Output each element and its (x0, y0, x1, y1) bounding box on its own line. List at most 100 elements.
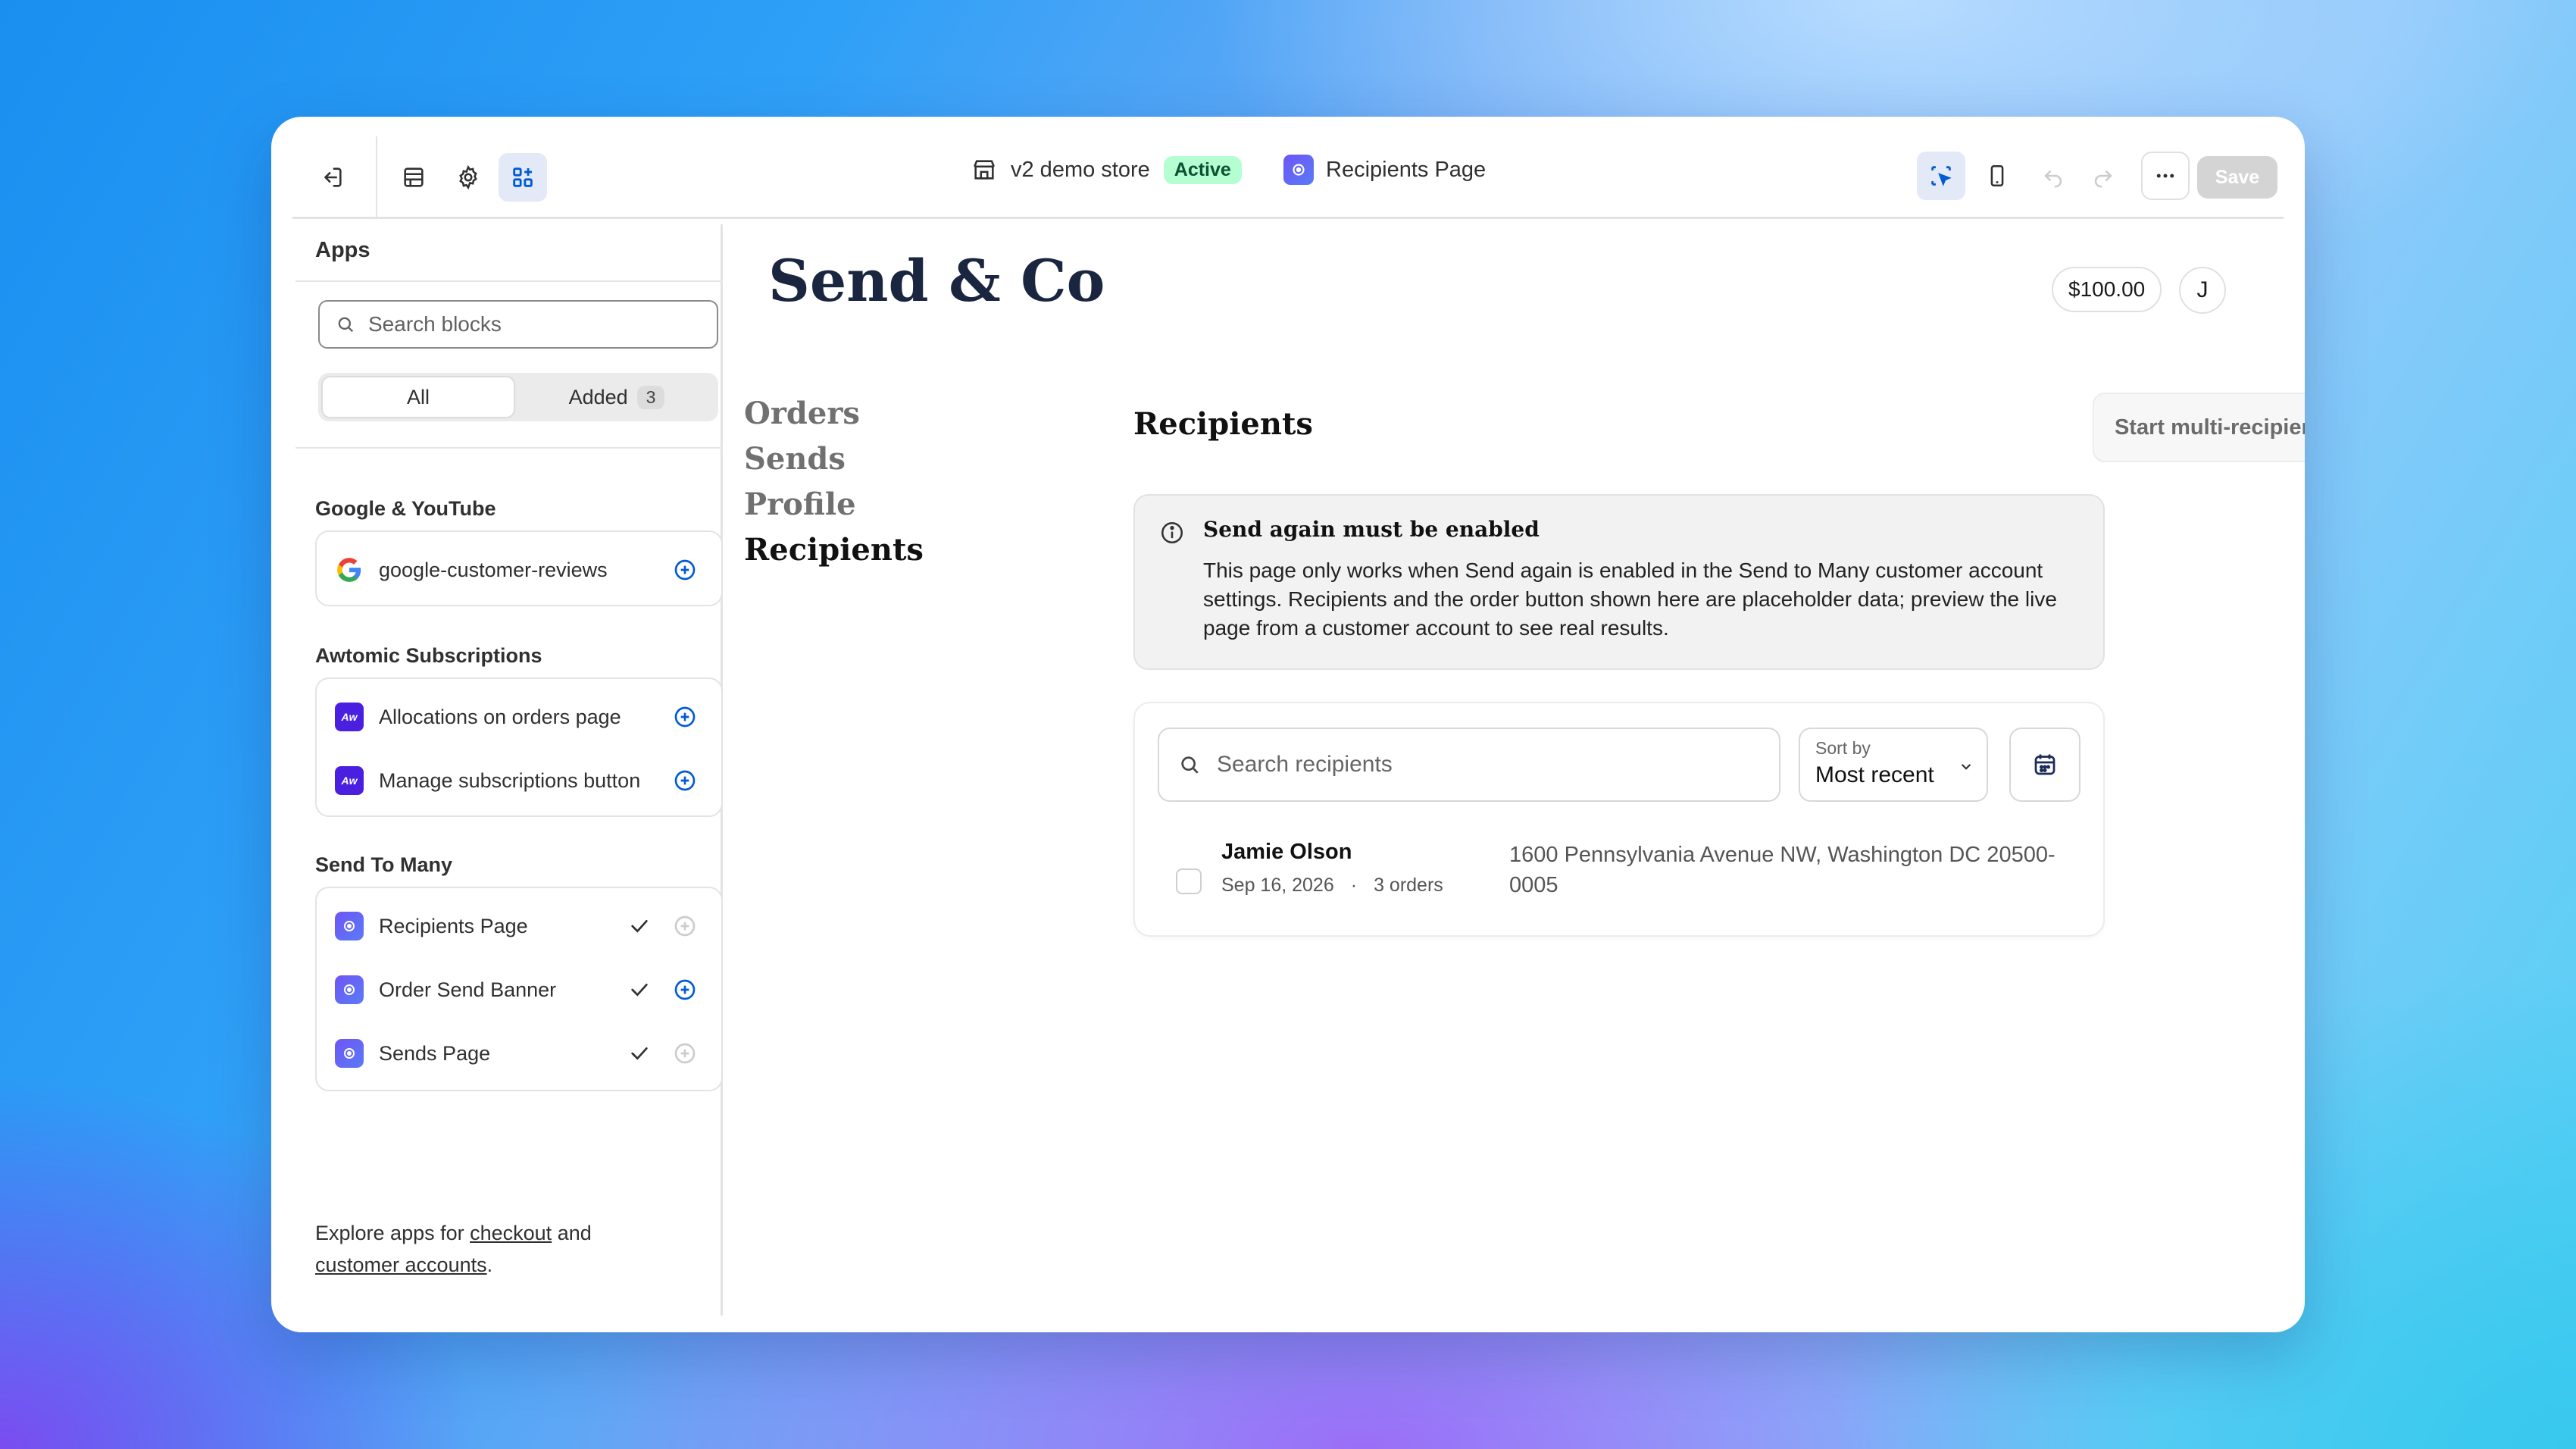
send-to-many-icon (335, 975, 364, 1004)
more-actions-button[interactable] (2141, 152, 2190, 200)
recipient-checkbox[interactable] (1176, 868, 1202, 894)
app-card: Recipients Page Order Send Banner Sends … (315, 887, 723, 1091)
group-title: Google & YouTube (315, 497, 496, 520)
recipient-name: Jamie Olson (1221, 840, 1352, 864)
search-icon (1181, 756, 1199, 774)
recipient-address: 1600 Pennsylvania Avenue NW, Washington … (1509, 843, 2055, 897)
add-circle-icon[interactable] (673, 768, 697, 793)
explore-mid: and (552, 1222, 592, 1244)
save-button[interactable]: Save (2197, 156, 2277, 199)
recipients-card: Search recipients Sort by Most recent Ja… (1133, 702, 2105, 937)
app-block-label: Allocations on orders page (379, 705, 621, 728)
add-circle-icon[interactable] (673, 705, 697, 729)
sort-value: Most recent (1815, 762, 1934, 787)
recipient-order-count: 3 orders (1374, 875, 1443, 896)
search-recipients-input[interactable]: Search recipients (1158, 728, 1780, 802)
explore-prefix: Explore apps for (315, 1222, 470, 1244)
sidebar-divider (295, 280, 723, 282)
start-multi-recipient-order-button[interactable]: Start multi-recipient order (2093, 393, 2305, 462)
ellipsis-icon (2156, 174, 2174, 178)
app-block-row[interactable]: Recipients Page (317, 894, 724, 958)
recipient-meta: Sep 16, 2026 · 3 orders (1221, 875, 1443, 897)
sort-label: Sort by (1815, 738, 1871, 758)
send-to-many-icon (335, 912, 364, 940)
store-icon (974, 160, 995, 180)
app-block-row[interactable]: Sends Page (317, 1022, 724, 1085)
exit-icon[interactable] (308, 153, 356, 202)
add-circle-icon[interactable] (673, 1041, 697, 1066)
store-name: v2 demo store (1011, 157, 1150, 182)
awtomic-icon: Aw (335, 703, 364, 731)
filter-added-tab[interactable]: Added 3 (518, 376, 715, 418)
add-circle-icon[interactable] (673, 978, 697, 1002)
search-icon (338, 317, 354, 333)
account-nav: Orders Sends Profile Recipients (744, 391, 924, 573)
chevron-down-icon (1961, 764, 1971, 770)
inspector-icon[interactable] (1917, 152, 1965, 200)
editor-window: v2 demo store Active Recipients Page Sav… (271, 117, 2305, 1332)
redo-icon[interactable] (2079, 152, 2127, 200)
gear-icon[interactable] (444, 153, 492, 202)
app-block-row[interactable]: Aw Manage subscriptions button (317, 749, 724, 812)
topbar-divider (292, 217, 2284, 219)
sort-select[interactable]: Sort by Most recent (1799, 728, 1988, 802)
checkout-link[interactable]: checkout (470, 1222, 552, 1244)
app-block-row[interactable]: Order Send Banner (317, 958, 724, 1022)
info-banner: Send again must be enabled This page onl… (1133, 494, 2105, 670)
balance-pill[interactable]: $100.00 (2052, 267, 2162, 312)
explore-apps-text: Explore apps for checkout and customer ac… (315, 1217, 709, 1281)
app-block-row[interactable]: google-customer-reviews (317, 538, 724, 602)
page-selector[interactable]: Recipients Page (1283, 153, 1486, 186)
nav-item-profile[interactable]: Profile (744, 482, 924, 527)
search-placeholder: Search blocks (368, 312, 502, 336)
nav-item-orders[interactable]: Orders (744, 391, 924, 437)
app-block-label: Sends Page (379, 1041, 491, 1065)
meta-separator: · (1350, 875, 1358, 896)
group-title: Send To Many (315, 853, 453, 876)
add-circle-icon[interactable] (673, 914, 697, 938)
apps-icon[interactable] (499, 153, 547, 202)
app-block-label: Order Send Banner (379, 978, 557, 1001)
sections-icon[interactable] (389, 153, 438, 202)
filter-added-label: Added (568, 385, 628, 408)
checkmark-icon (631, 984, 648, 997)
add-circle-icon[interactable] (673, 558, 697, 582)
customer-accounts-link[interactable]: customer accounts (315, 1253, 487, 1276)
added-count-badge: 3 (636, 385, 665, 409)
sidebar-divider (295, 447, 723, 449)
toolbar-divider (376, 136, 377, 218)
avatar[interactable]: J (2179, 267, 2226, 314)
banner-title: Send again must be enabled (1203, 517, 1540, 542)
filter-all-tab[interactable]: All (321, 376, 515, 418)
undo-icon[interactable] (2029, 152, 2077, 200)
google-icon (337, 558, 361, 582)
recipient-date: Sep 16, 2026 (1221, 875, 1334, 896)
page-title: Recipients (1133, 406, 1313, 442)
search-blocks-input[interactable]: Search blocks (318, 300, 718, 349)
store-brand-logo[interactable]: Send & Co (768, 247, 1105, 315)
app-block-row[interactable]: Aw Allocations on orders page (317, 685, 724, 749)
search-placeholder: Search recipients (1217, 752, 1393, 777)
checkmark-icon (631, 1047, 648, 1060)
mobile-preview-icon[interactable] (1973, 152, 2021, 200)
send-to-many-icon (1283, 155, 1314, 185)
nav-item-recipients[interactable]: Recipients (744, 527, 924, 573)
nav-item-sends[interactable]: Sends (744, 437, 924, 482)
status-badge: Active (1163, 155, 1242, 184)
top-bar: v2 demo store Active Recipients Page Sav… (271, 117, 2305, 220)
apps-sidebar: Apps Search blocks All Added 3 Google & … (295, 224, 723, 1316)
info-icon (1161, 521, 1183, 544)
app-card: google-customer-reviews (315, 530, 723, 606)
app-block-label: Recipients Page (379, 914, 528, 937)
send-to-many-icon (335, 1039, 364, 1068)
app-card: Aw Allocations on orders page Aw Manage … (315, 678, 723, 817)
sidebar-title: Apps (315, 238, 370, 262)
calendar-icon (2034, 754, 2055, 775)
app-block-label: google-customer-reviews (379, 558, 608, 581)
filter-segmented-control: All Added 3 (318, 373, 718, 421)
table-row[interactable]: Jamie Olson Sep 16, 2026 · 3 orders 1600… (1135, 832, 2106, 923)
date-filter-button[interactable] (2009, 728, 2080, 802)
banner-body: This page only works when Send again is … (1203, 559, 2057, 640)
store-indicator[interactable]: v2 demo store Active (971, 153, 1242, 186)
app-block-label: Manage subscriptions button (379, 768, 641, 792)
